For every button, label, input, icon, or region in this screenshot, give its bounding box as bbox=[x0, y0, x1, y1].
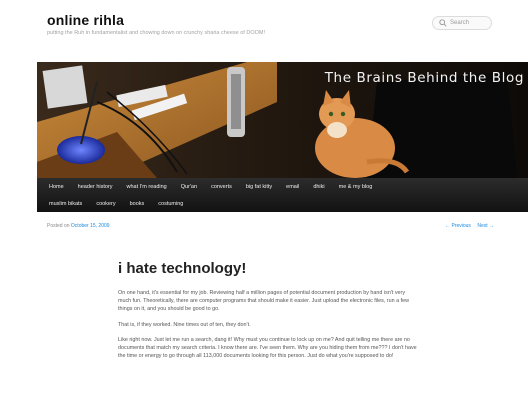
nav-item-books[interactable]: books bbox=[123, 201, 152, 207]
previous-post-link[interactable]: ← Previous bbox=[445, 223, 471, 229]
post-paragraph: That is, if they worked. Nine times out … bbox=[118, 321, 251, 328]
header-banner-image[interactable]: The Brains Behind the Blog bbox=[37, 62, 528, 178]
nav-item-header-history[interactable]: header history bbox=[71, 184, 120, 190]
post-title[interactable]: i hate technology! bbox=[118, 260, 246, 277]
post-navigation: ← Previous Next → bbox=[440, 223, 494, 229]
next-post-link[interactable]: Next → bbox=[477, 223, 494, 229]
main-navigation: Home header history what I'm reading Qur… bbox=[37, 178, 528, 212]
nav-row-secondary: muslim bikats cookery books costuming bbox=[37, 195, 190, 212]
nav-item-converts[interactable]: converts bbox=[204, 184, 239, 190]
search-placeholder: Search bbox=[450, 20, 470, 26]
nav-item-quran[interactable]: Qur'an bbox=[174, 184, 204, 190]
nav-item-dhiki[interactable]: dhiki bbox=[306, 184, 331, 190]
site-header: online rihla putting the Ruh in fundamen… bbox=[0, 0, 528, 62]
nav-item-me-and-my-blog[interactable]: me & my blog bbox=[332, 184, 380, 190]
nav-item-home[interactable]: Home bbox=[37, 184, 71, 190]
nav-row-primary: Home header history what I'm reading Qur… bbox=[37, 178, 379, 195]
search-input[interactable]: Search bbox=[432, 16, 492, 30]
nav-item-email[interactable]: email bbox=[279, 184, 306, 190]
site-title[interactable]: online rihla bbox=[47, 12, 124, 28]
nav-item-what-im-reading[interactable]: what I'm reading bbox=[120, 184, 174, 190]
post-paragraph: Like right now. Just let me run a search… bbox=[118, 336, 417, 360]
banner-tagline: The Brains Behind the Blog bbox=[324, 70, 524, 86]
search-icon bbox=[439, 19, 447, 27]
nav-item-muslim-bikats[interactable]: muslim bikats bbox=[37, 201, 89, 207]
posted-on-label: Posted on bbox=[47, 223, 70, 229]
nav-item-big-fat-kitty[interactable]: big fat kitty bbox=[239, 184, 279, 190]
post-meta: Posted on October 15, 2009 bbox=[47, 223, 110, 229]
post-paragraph: On one hand, it's essential for my job. … bbox=[118, 290, 410, 313]
nav-item-costuming[interactable]: costuming bbox=[151, 201, 190, 207]
site-description: putting the Ruh in fundamentalist and ch… bbox=[47, 30, 265, 36]
nav-item-cookery[interactable]: cookery bbox=[89, 201, 122, 207]
post-date-link[interactable]: October 15, 2009 bbox=[71, 223, 110, 229]
post-content: On one hand, it's essential for my job. … bbox=[118, 289, 418, 367]
